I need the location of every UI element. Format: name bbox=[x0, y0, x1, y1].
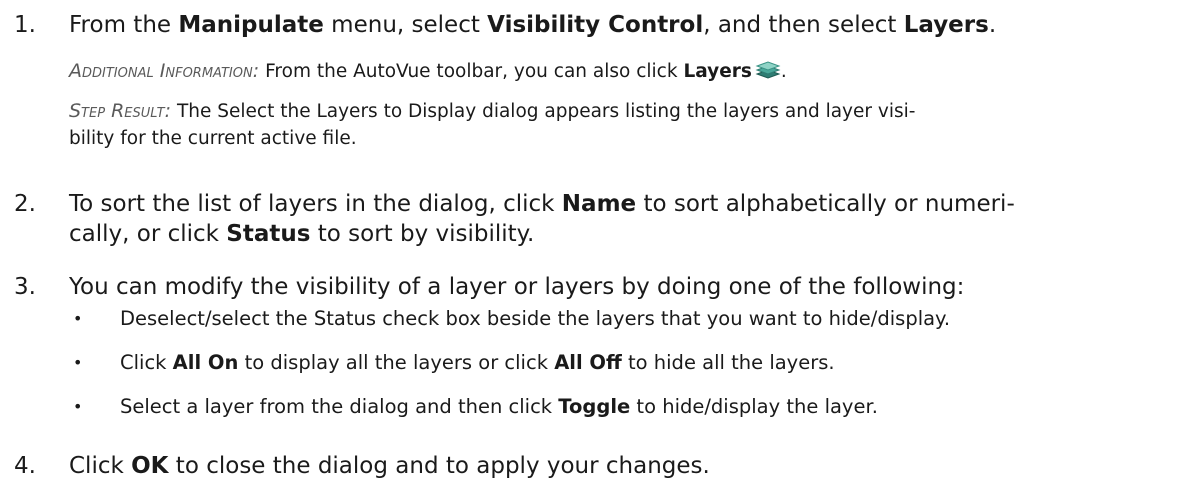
list-item: • Select a layer from the dialog and then… bbox=[73, 395, 878, 418]
step-text: You can modify the visibility of a layer… bbox=[69, 274, 965, 300]
step-text: Click OK to close the dialog and to appl… bbox=[69, 453, 710, 479]
name-column-label: Name bbox=[561, 191, 637, 217]
list-item: • Deselect/select the Status check box be… bbox=[73, 307, 951, 330]
bullet-list: • Deselect/select the Status check box be… bbox=[72, 306, 1167, 438]
step-text: From the Manipulate menu, select Visibil… bbox=[69, 12, 997, 38]
step-number: 4. bbox=[14, 453, 36, 479]
menu-visibility-control: Visibility Control bbox=[487, 12, 704, 38]
status-column-label: Status bbox=[226, 221, 311, 247]
step-result: Step Result: The Select the Layers to Dis… bbox=[69, 100, 916, 149]
step-number: 2. bbox=[14, 191, 36, 217]
layers-icon bbox=[755, 59, 781, 81]
list-item: • Click All On to display all the layers … bbox=[73, 351, 835, 374]
step-text: To sort the list of layers in the dialog… bbox=[69, 191, 1015, 247]
step-result-label: Step Result: bbox=[69, 100, 171, 122]
additional-information-label: Additional Information: bbox=[69, 60, 260, 82]
all-off-button-label: All Off bbox=[554, 351, 622, 374]
bullet-glyph: • bbox=[73, 353, 83, 372]
menu-manipulate: Manipulate bbox=[178, 12, 324, 38]
additional-information: Additional Information: From the AutoVue … bbox=[69, 59, 787, 82]
all-on-button-label: All On bbox=[172, 351, 239, 374]
menu-layers: Layers bbox=[903, 12, 989, 38]
step-number: 1. bbox=[14, 12, 36, 38]
toggle-button-label: Toggle bbox=[558, 395, 631, 418]
bullet-glyph: • bbox=[73, 309, 83, 328]
step-number: 3. bbox=[14, 274, 36, 300]
layers-button-label: Layers bbox=[683, 61, 752, 82]
ok-button-label: OK bbox=[131, 453, 169, 479]
bullet-glyph: • bbox=[73, 397, 83, 416]
